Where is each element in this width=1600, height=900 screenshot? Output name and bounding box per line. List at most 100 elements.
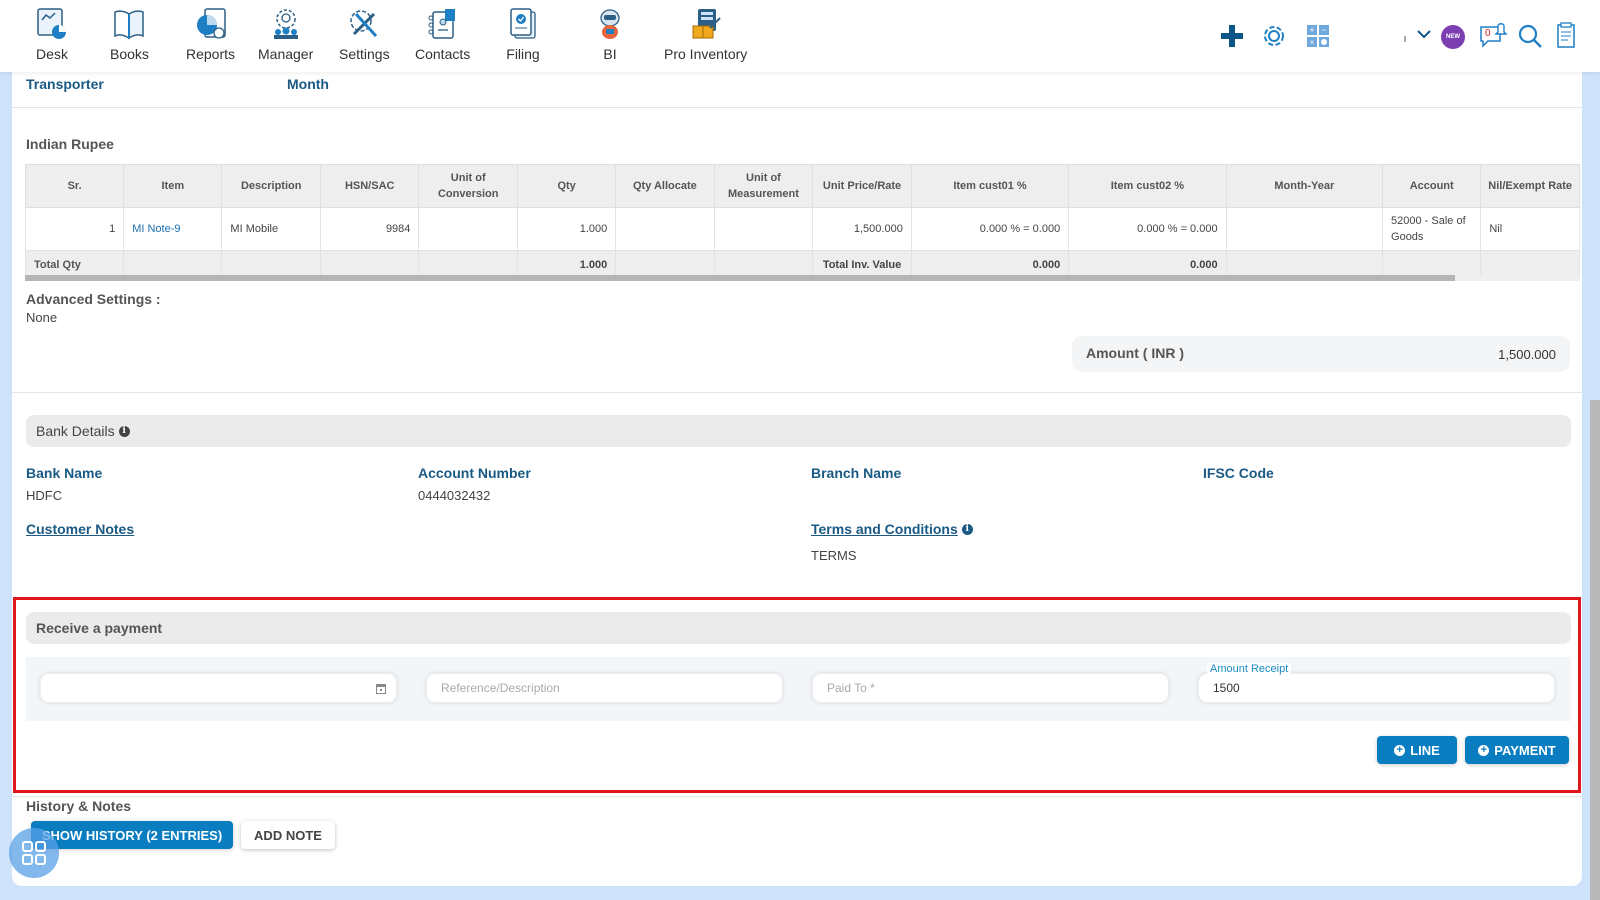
- amount-summary: Amount ( INR ) 1,500.000: [1072, 336, 1570, 372]
- contacts-icon: [428, 9, 455, 39]
- col-unit-conversion: Unit of Conversion: [418, 164, 518, 208]
- reference-field[interactable]: [426, 673, 783, 703]
- cell-uom: [713, 207, 814, 251]
- paid-to-input[interactable]: [813, 674, 1168, 702]
- calendar-icon[interactable]: [376, 683, 386, 694]
- nav-desk-label: Desk: [36, 46, 68, 62]
- page-scrollbar-thumb[interactable]: [1590, 400, 1600, 900]
- advanced-settings-value: None: [26, 310, 58, 325]
- new-badge-icon[interactable]: NEW: [1441, 25, 1465, 49]
- terms-value: TERMS: [811, 548, 857, 563]
- cell-qty-allocate: [615, 207, 715, 251]
- nav-books[interactable]: Books: [110, 6, 149, 62]
- month-label: Month: [287, 76, 329, 92]
- nav-books-label: Books: [110, 46, 149, 62]
- cell-hsn: 9984: [319, 207, 420, 251]
- nav-settings[interactable]: Settings: [339, 6, 390, 62]
- table-scrollbar-thumb[interactable]: [25, 275, 1455, 281]
- pro-inventory-icon: [692, 9, 721, 39]
- top-navigation-bar: Desk Books Reports Manager Settings Cont…: [0, 0, 1600, 72]
- account-number-label: Account Number: [418, 465, 531, 481]
- cell-unit-conversion: [418, 207, 518, 251]
- grid-apps-icon: [22, 841, 46, 865]
- bank-name-label: Bank Name: [26, 465, 103, 481]
- cell-item-link[interactable]: MI Note-9: [123, 207, 223, 251]
- col-sr: Sr.: [25, 164, 125, 208]
- apps-menu-button[interactable]: [9, 828, 59, 878]
- add-note-label: ADD NOTE: [254, 827, 322, 843]
- nav-filing-label: Filing: [506, 46, 540, 62]
- col-account: Account: [1382, 164, 1482, 208]
- cell-cust02: 0.000 % = 0.000: [1068, 207, 1227, 251]
- books-icon: [114, 10, 145, 40]
- nav-bi-label: BI: [603, 46, 617, 62]
- show-history-button[interactable]: SHOW HISTORY (2 ENTRIES): [31, 821, 233, 849]
- desk-icon: [37, 8, 66, 39]
- calculator-icon[interactable]: + −×: [1304, 22, 1332, 50]
- payment-date-field[interactable]: [40, 673, 397, 703]
- col-cust02: Item cust02 %: [1068, 164, 1227, 208]
- branch-name-label: Branch Name: [811, 465, 902, 481]
- nav-reports[interactable]: Reports: [186, 6, 235, 62]
- show-history-label: SHOW HISTORY (2 ENTRIES): [41, 827, 223, 843]
- col-uom: Unit of Measurement: [713, 164, 814, 208]
- customer-notes-link[interactable]: Customer Notes: [26, 521, 134, 537]
- col-item: Item: [123, 164, 223, 208]
- col-hsn: HSN/SAC: [319, 164, 420, 208]
- nav-pro-inventory-label: Pro Inventory: [664, 46, 748, 62]
- amount-label: Amount ( INR ): [1086, 345, 1184, 361]
- svg-text:+: +: [1309, 25, 1314, 35]
- user-name-truncated: [1404, 36, 1406, 42]
- col-qty-allocate: Qty Allocate: [615, 164, 715, 208]
- gear-icon[interactable]: [1260, 22, 1288, 50]
- search-icon[interactable]: [1516, 22, 1544, 50]
- bank-details-title: Bank Details: [36, 423, 115, 439]
- amount-value: 1,500.000: [1498, 347, 1556, 362]
- amount-receipt-label: Amount Receipt: [1207, 663, 1292, 675]
- payment-date-input[interactable]: [41, 674, 396, 702]
- col-cust01: Item cust01 %: [910, 164, 1070, 208]
- cell-sr: 1: [25, 207, 125, 251]
- new-badge-text: NEW: [1446, 34, 1460, 40]
- add-note-button[interactable]: ADD NOTE: [241, 821, 335, 849]
- nav-bi[interactable]: BI: [592, 6, 628, 62]
- items-table-container: Sr. Item Description HSN/SAC Unit of Con…: [25, 164, 1580, 284]
- col-description: Description: [221, 164, 321, 208]
- transporter-label: Transporter: [26, 76, 104, 92]
- nav-desk[interactable]: Desk: [34, 6, 70, 62]
- bank-name-value: HDFC: [26, 488, 63, 503]
- reports-icon: [196, 8, 226, 39]
- cell-cust01: 0.000 % = 0.000: [910, 207, 1070, 251]
- page-scrollbar[interactable]: [1590, 72, 1600, 900]
- info-icon[interactable]: i: [118, 425, 130, 437]
- plus-icon[interactable]: [1218, 22, 1246, 50]
- chevron-down-icon[interactable]: [1414, 24, 1434, 44]
- plus-circle-icon: +: [1478, 744, 1490, 756]
- cell-month-year: [1225, 207, 1384, 251]
- amount-receipt-field[interactable]: Amount Receipt: [1198, 663, 1555, 703]
- notification-icon[interactable]: 0: [1478, 22, 1508, 50]
- account-number-value: 0444032432: [418, 488, 491, 503]
- items-table: Sr. Item Description HSN/SAC Unit of Con…: [25, 164, 1580, 279]
- nav-manager[interactable]: Manager: [258, 6, 313, 62]
- terms-link[interactable]: Terms and Conditions: [811, 521, 958, 537]
- reference-input[interactable]: [427, 674, 782, 702]
- cell-account: 52000 - Sale of Goods: [1382, 207, 1482, 251]
- divider: [12, 107, 1582, 108]
- document-icon[interactable]: [1552, 22, 1580, 50]
- divider: [12, 392, 1582, 393]
- advanced-settings-label: Advanced Settings :: [26, 291, 161, 307]
- add-line-button[interactable]: + LINE: [1377, 736, 1457, 764]
- nav-contacts[interactable]: Contacts: [415, 6, 470, 62]
- nav-pro-inventory[interactable]: Pro Inventory: [664, 6, 747, 62]
- add-payment-button[interactable]: + PAYMENT: [1465, 736, 1569, 764]
- add-line-label: LINE: [1410, 742, 1440, 758]
- amount-receipt-input[interactable]: [1199, 674, 1554, 702]
- col-month-year: Month-Year: [1225, 164, 1384, 208]
- nav-filing[interactable]: Filing: [505, 6, 541, 62]
- terms-heading: Terms and Conditions i: [811, 521, 973, 537]
- plus-circle-icon: +: [1394, 744, 1406, 756]
- paid-to-field[interactable]: [812, 673, 1169, 703]
- table-horizontal-scrollbar[interactable]: [25, 275, 1580, 281]
- info-icon[interactable]: i: [961, 523, 973, 535]
